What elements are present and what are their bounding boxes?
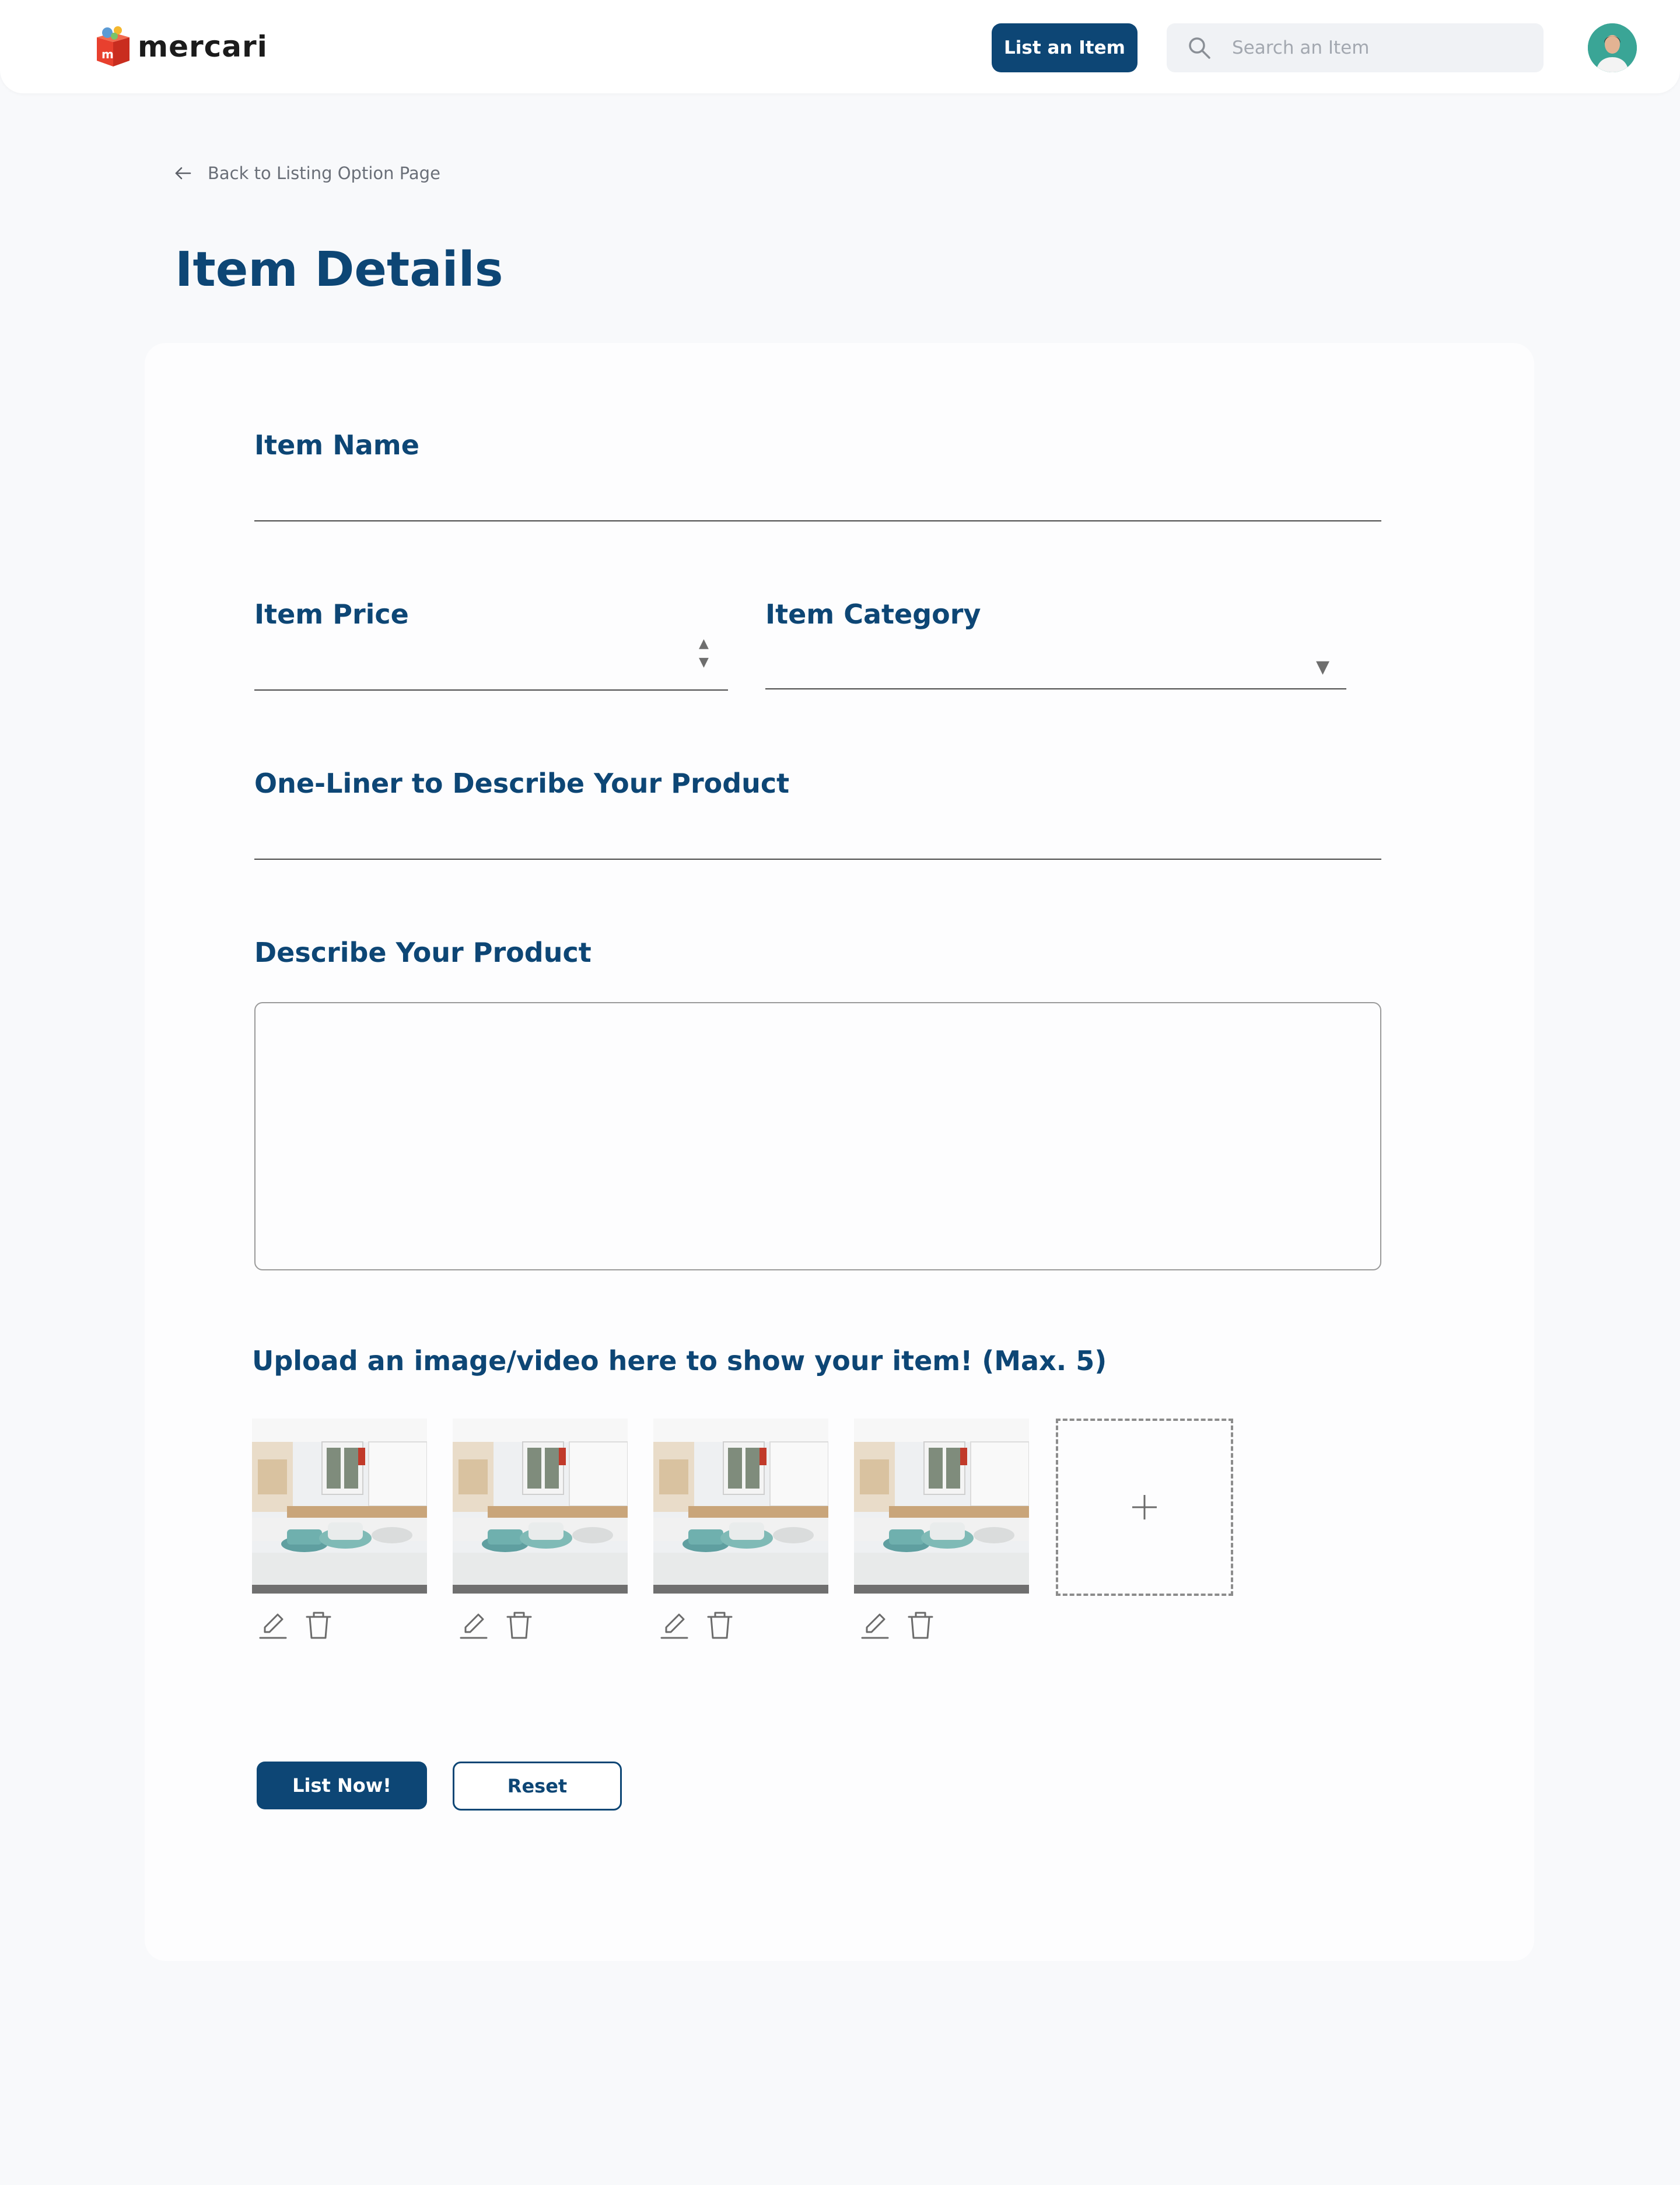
trash-icon[interactable] <box>302 1609 335 1641</box>
mercari-logo[interactable]: m mercari <box>93 23 268 70</box>
item-category-label: Item Category <box>765 598 981 630</box>
item-price-label: Item Price <box>254 598 409 630</box>
add-media-button[interactable] <box>1056 1419 1233 1596</box>
trash-icon[interactable] <box>503 1609 536 1641</box>
price-stepper[interactable]: ▲ ▼ <box>699 635 709 672</box>
page-title: Item Details <box>175 242 503 297</box>
svg-text:m: m <box>102 47 114 61</box>
item-category-select[interactable] <box>765 647 1346 689</box>
description-textarea[interactable] <box>254 1002 1381 1270</box>
trash-icon[interactable] <box>704 1609 736 1641</box>
arrow-left-icon <box>175 167 191 180</box>
stepper-up-icon[interactable]: ▲ <box>699 635 709 653</box>
item-price-input[interactable] <box>254 647 728 691</box>
back-link[interactable]: Back to Listing Option Page <box>173 163 440 183</box>
stepper-down-icon[interactable]: ▼ <box>699 653 709 672</box>
trash-icon[interactable] <box>904 1609 937 1641</box>
user-avatar[interactable] <box>1588 23 1637 72</box>
list-an-item-button[interactable]: List an Item <box>992 23 1138 72</box>
uploaded-image-thumbnail[interactable] <box>453 1419 628 1594</box>
search-input[interactable] <box>1231 37 1513 59</box>
pencil-icon[interactable] <box>658 1609 691 1641</box>
item-name-label: Item Name <box>254 429 419 461</box>
pencil-icon[interactable] <box>257 1609 289 1641</box>
one-liner-label: One-Liner to Describe Your Product <box>254 768 790 799</box>
uploaded-image-thumbnail[interactable] <box>252 1419 427 1594</box>
plus-icon <box>1132 1495 1157 1519</box>
back-link-label: Back to Listing Option Page <box>208 163 440 183</box>
top-navbar: m mercari List an Item <box>0 0 1680 93</box>
list-now-button[interactable]: List Now! <box>257 1762 427 1809</box>
chevron-down-icon[interactable]: ▼ <box>1316 657 1329 677</box>
pencil-icon[interactable] <box>859 1609 891 1641</box>
one-liner-input[interactable] <box>254 817 1381 860</box>
logo-text: mercari <box>138 30 268 64</box>
person-avatar-icon <box>1588 23 1637 72</box>
mercari-box-icon: m <box>97 26 130 66</box>
upload-label: Upload an image/video here to show your … <box>252 1345 1107 1377</box>
pencil-icon[interactable] <box>457 1609 490 1641</box>
item-name-input[interactable] <box>254 478 1381 521</box>
search-icon <box>1189 37 1210 59</box>
description-label: Describe Your Product <box>254 937 592 968</box>
uploaded-image-thumbnail[interactable] <box>653 1419 828 1594</box>
search-bar[interactable] <box>1167 23 1544 72</box>
reset-button[interactable]: Reset <box>453 1762 622 1811</box>
uploaded-image-thumbnail[interactable] <box>854 1419 1029 1594</box>
